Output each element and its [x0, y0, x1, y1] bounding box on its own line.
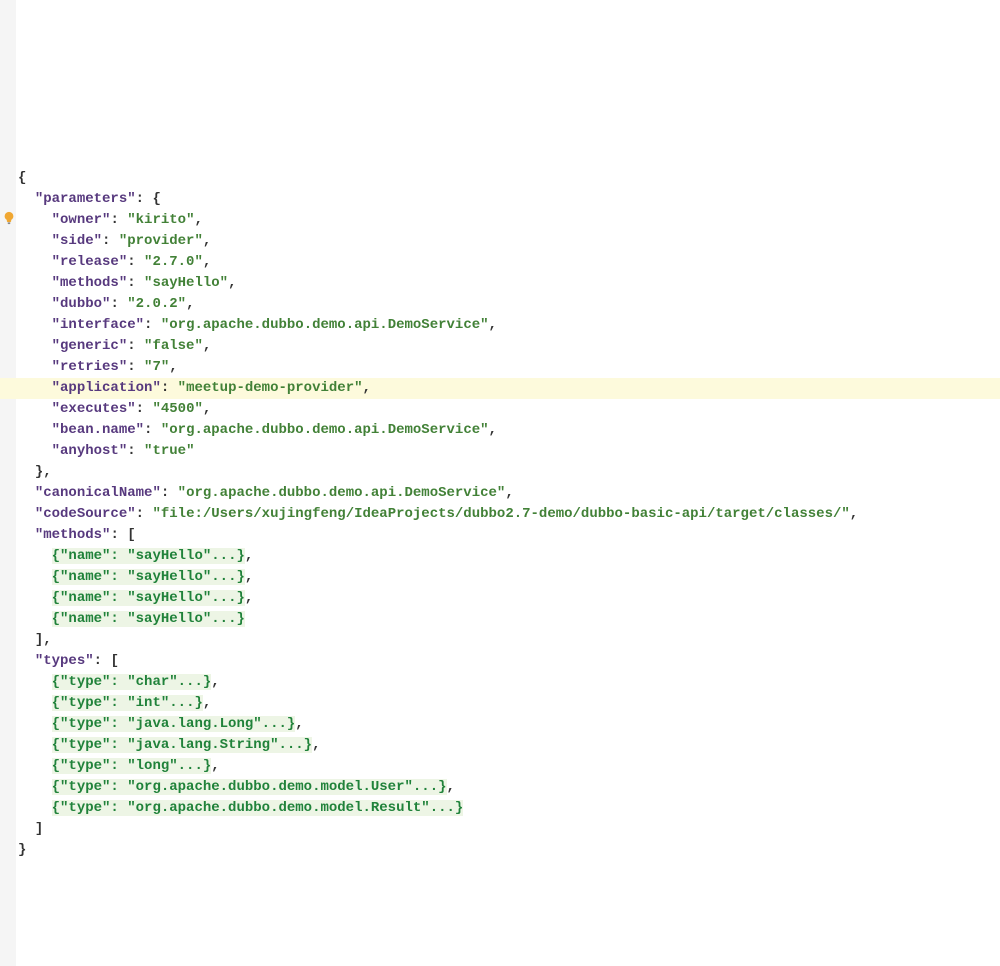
key-codesource: codeSource — [43, 506, 127, 522]
val-codesource: file:/Users/xujingfeng/IdeaProjects/dubb… — [161, 506, 842, 522]
key-owner: owner — [60, 212, 102, 228]
folded-type-2[interactable]: {"type": "java.lang.Long"...} — [52, 716, 296, 732]
key-methods: methods — [43, 527, 102, 543]
folded-method-2[interactable]: {"name": "sayHello"...} — [52, 590, 245, 606]
key-dubbo: dubbo — [60, 296, 102, 312]
key-side: side — [60, 233, 94, 249]
folded-method-1[interactable]: {"name": "sayHello"...} — [52, 569, 245, 585]
highlighted-line: "application": "meetup-demo-provider", — [0, 378, 1000, 399]
val-side: provider — [127, 233, 194, 249]
val-interface: org.apache.dubbo.demo.api.DemoService — [169, 317, 480, 333]
folded-type-4[interactable]: {"type": "long"...} — [52, 758, 212, 774]
folded-type-6[interactable]: {"type": "org.apache.dubbo.demo.model.Re… — [52, 800, 464, 816]
val-executes: 4500 — [161, 401, 195, 417]
folded-method-3[interactable]: {"name": "sayHello"...} — [52, 611, 245, 627]
code-block: { "parameters": { "owner": "kirito", "si… — [0, 168, 1000, 861]
folded-type-3[interactable]: {"type": "java.lang.String"...} — [52, 737, 312, 753]
key-beanname: bean.name — [60, 422, 136, 438]
folded-type-0[interactable]: {"type": "char"...} — [52, 674, 212, 690]
val-retries: 7 — [152, 359, 160, 375]
val-dubbo: 2.0.2 — [136, 296, 178, 312]
folded-type-5[interactable]: {"type": "org.apache.dubbo.demo.model.Us… — [52, 779, 447, 795]
val-application: meetup-demo-provider — [186, 380, 354, 396]
key-release: release — [60, 254, 119, 270]
key-generic: generic — [60, 338, 119, 354]
val-release: 2.7.0 — [152, 254, 194, 270]
folded-type-1[interactable]: {"type": "int"...} — [52, 695, 203, 711]
key-types: types — [43, 653, 85, 669]
val-canonicalname: org.apache.dubbo.demo.api.DemoService — [186, 485, 497, 501]
val-beanname: org.apache.dubbo.demo.api.DemoService — [169, 422, 480, 438]
folded-method-0[interactable]: {"name": "sayHello"...} — [52, 548, 245, 564]
key-parameters: parameters — [43, 191, 127, 207]
lightbulb-icon[interactable] — [2, 190, 16, 204]
val-param-methods: sayHello — [152, 275, 219, 291]
key-executes: executes — [60, 401, 127, 417]
val-owner: kirito — [136, 212, 186, 228]
key-param-methods: methods — [60, 275, 119, 291]
key-retries: retries — [60, 359, 119, 375]
val-generic: false — [152, 338, 194, 354]
key-application: application — [60, 380, 152, 396]
val-anyhost: true — [152, 443, 186, 459]
key-anyhost: anyhost — [60, 443, 119, 459]
key-interface: interface — [60, 317, 136, 333]
key-canonicalname: canonicalName — [43, 485, 152, 501]
